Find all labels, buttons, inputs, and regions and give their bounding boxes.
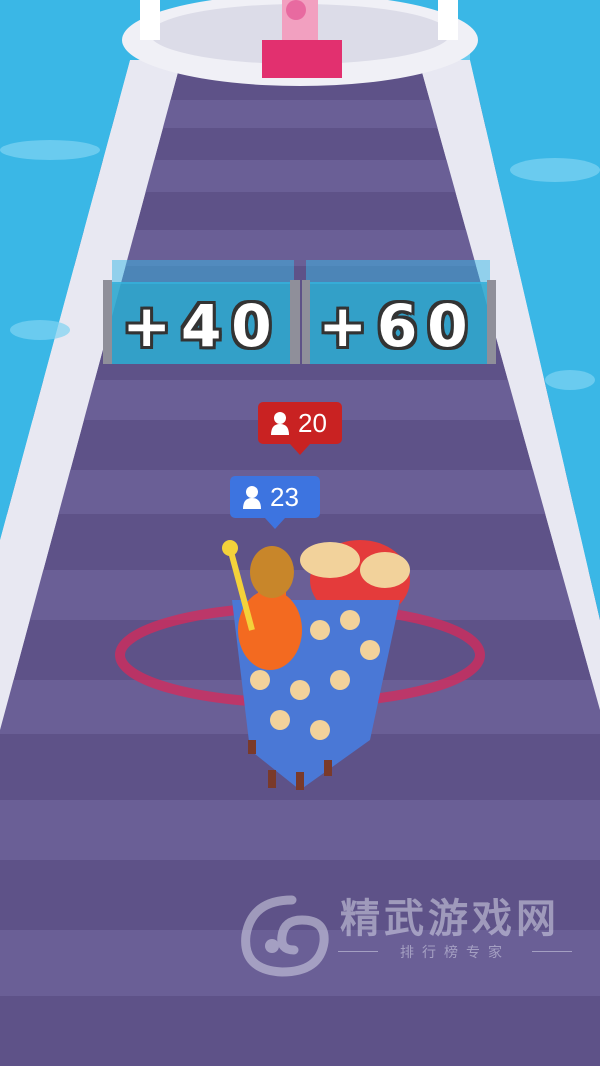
gate-right-label: +60 — [318, 292, 478, 360]
enemy-count: 20 — [298, 407, 327, 438]
watermark-logo-icon — [241, 895, 329, 977]
gate-left-label: +40 — [122, 292, 282, 360]
watermark-subtitle: 排行榜专家 — [338, 942, 572, 962]
enemy-count-badge: 20 — [258, 402, 342, 455]
person-icon — [243, 486, 261, 509]
player-count-badge: 23 — [230, 476, 320, 529]
watermark-title: 精武游戏网 — [340, 896, 560, 942]
watermark: 精武游戏网 排行榜专家 — [232, 880, 582, 980]
gate-post — [487, 280, 496, 364]
player-count: 23 — [270, 481, 299, 512]
person-icon — [271, 412, 289, 435]
gate-post — [103, 280, 112, 364]
